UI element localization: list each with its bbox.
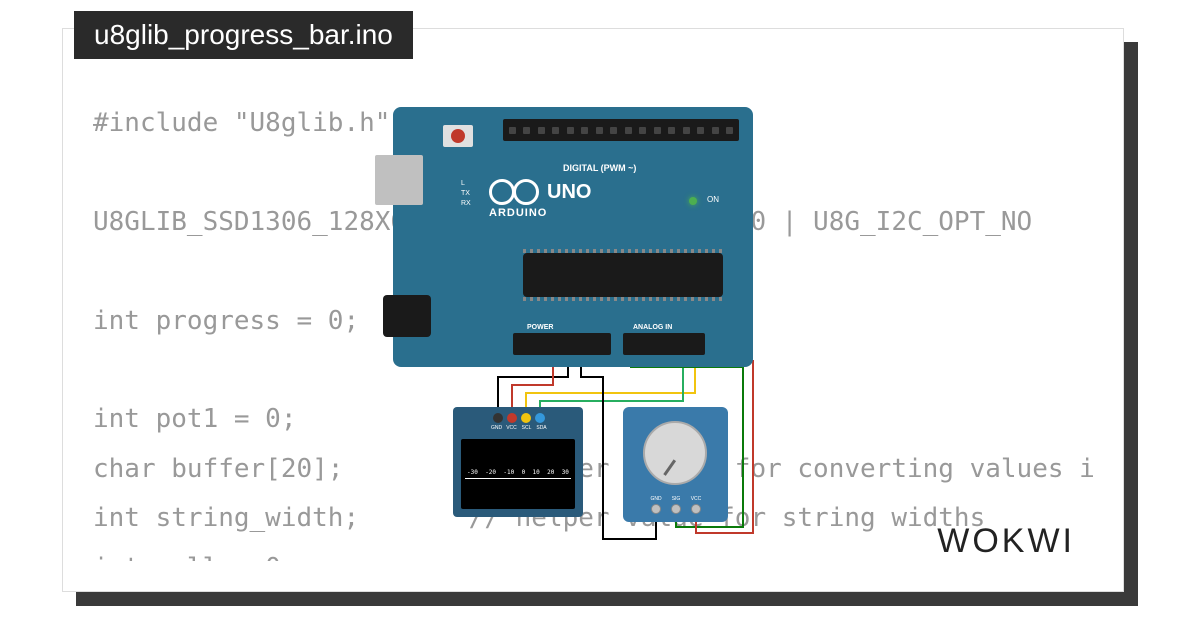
digital-pin-header[interactable] (503, 119, 739, 141)
power-jack (383, 295, 431, 337)
wokwi-logo: WOKWI (937, 522, 1075, 561)
uno-label: UNO (547, 181, 591, 204)
oled-pin-scl[interactable] (521, 413, 531, 423)
code-line: int progress = 0; (93, 306, 359, 336)
oled-screen: -30 -20 -10 0 10 20 30 (461, 439, 575, 509)
analog-label: ANALOG IN (633, 324, 672, 331)
infinity-icon (489, 179, 539, 205)
pot-pin-vcc[interactable] (691, 504, 701, 514)
atmega-chip (523, 253, 723, 297)
arduino-uno[interactable]: DIGITAL (PWM ~) UNO ARDUINO L TX RX ON P… (393, 107, 753, 367)
oled-pin-sda[interactable] (535, 413, 545, 423)
oled-pin-header[interactable] (493, 413, 545, 423)
pot-pin-sig[interactable] (671, 504, 681, 514)
on-led-icon (689, 197, 697, 205)
oled-display[interactable]: GND VCC SCL SDA -30 -20 -10 0 10 20 30 (453, 407, 583, 517)
circuit-diagram: DIGITAL (PWM ~) UNO ARDUINO L TX RX ON P… (393, 107, 833, 547)
power-pin-header[interactable] (513, 333, 611, 355)
reset-button[interactable] (443, 125, 473, 147)
digital-label: DIGITAL (PWM ~) (563, 163, 636, 173)
led-labels: L TX RX (461, 179, 471, 208)
oled-pin-gnd[interactable] (493, 413, 503, 423)
pot-pin-header[interactable] (651, 504, 701, 514)
pot-pin-labels: GND SIG VCC (649, 496, 703, 502)
code-line: int pot1 = 0; (93, 404, 297, 434)
power-label: POWER (527, 324, 553, 331)
pot-knob[interactable] (643, 421, 707, 485)
arduino-brand: ARDUINO (489, 207, 547, 219)
potentiometer[interactable]: GND SIG VCC (623, 407, 728, 522)
oled-pin-vcc[interactable] (507, 413, 517, 423)
oled-pin-labels: GND VCC SCL SDA (491, 425, 547, 431)
usb-port (375, 155, 423, 205)
on-label: ON (707, 195, 719, 204)
preview-card: #include "U8glib.h" U8GLIB_SSD1306_128X6… (62, 28, 1124, 592)
analog-pin-header[interactable] (623, 333, 705, 355)
code-line: #include "U8glib.h" (93, 108, 390, 138)
code-line: int roll = 0; (93, 553, 297, 561)
pot-pin-gnd[interactable] (651, 504, 661, 514)
file-title: u8glib_progress_bar.ino (74, 11, 413, 59)
